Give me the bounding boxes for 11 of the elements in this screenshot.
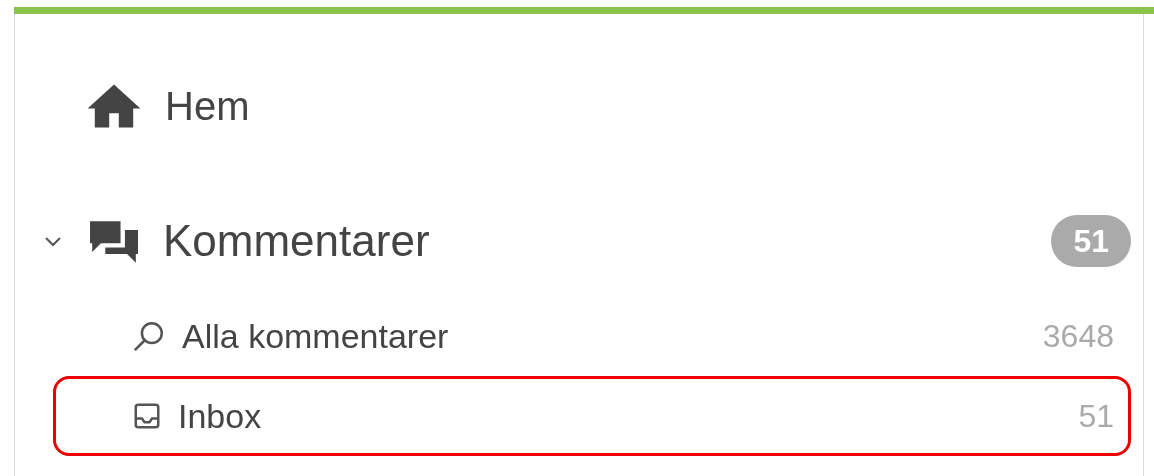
count-badge: 51 bbox=[1051, 215, 1131, 267]
menu-item-label: Alla kommentarer bbox=[182, 315, 449, 357]
menu-item[interactable]: Alla kommentarer 3648 bbox=[53, 296, 1131, 376]
inbox-icon bbox=[132, 401, 162, 431]
menu-item[interactable]: Inbox 51 bbox=[53, 376, 1131, 456]
item-count: 3648 bbox=[1042, 317, 1114, 356]
home-link[interactable]: Hem bbox=[85, 76, 1143, 136]
comments-section-header[interactable]: Kommentarer bbox=[87, 208, 430, 274]
search-icon bbox=[132, 319, 166, 353]
item-count: 51 bbox=[1078, 397, 1114, 436]
menu-item-label: Inbox bbox=[178, 395, 262, 437]
